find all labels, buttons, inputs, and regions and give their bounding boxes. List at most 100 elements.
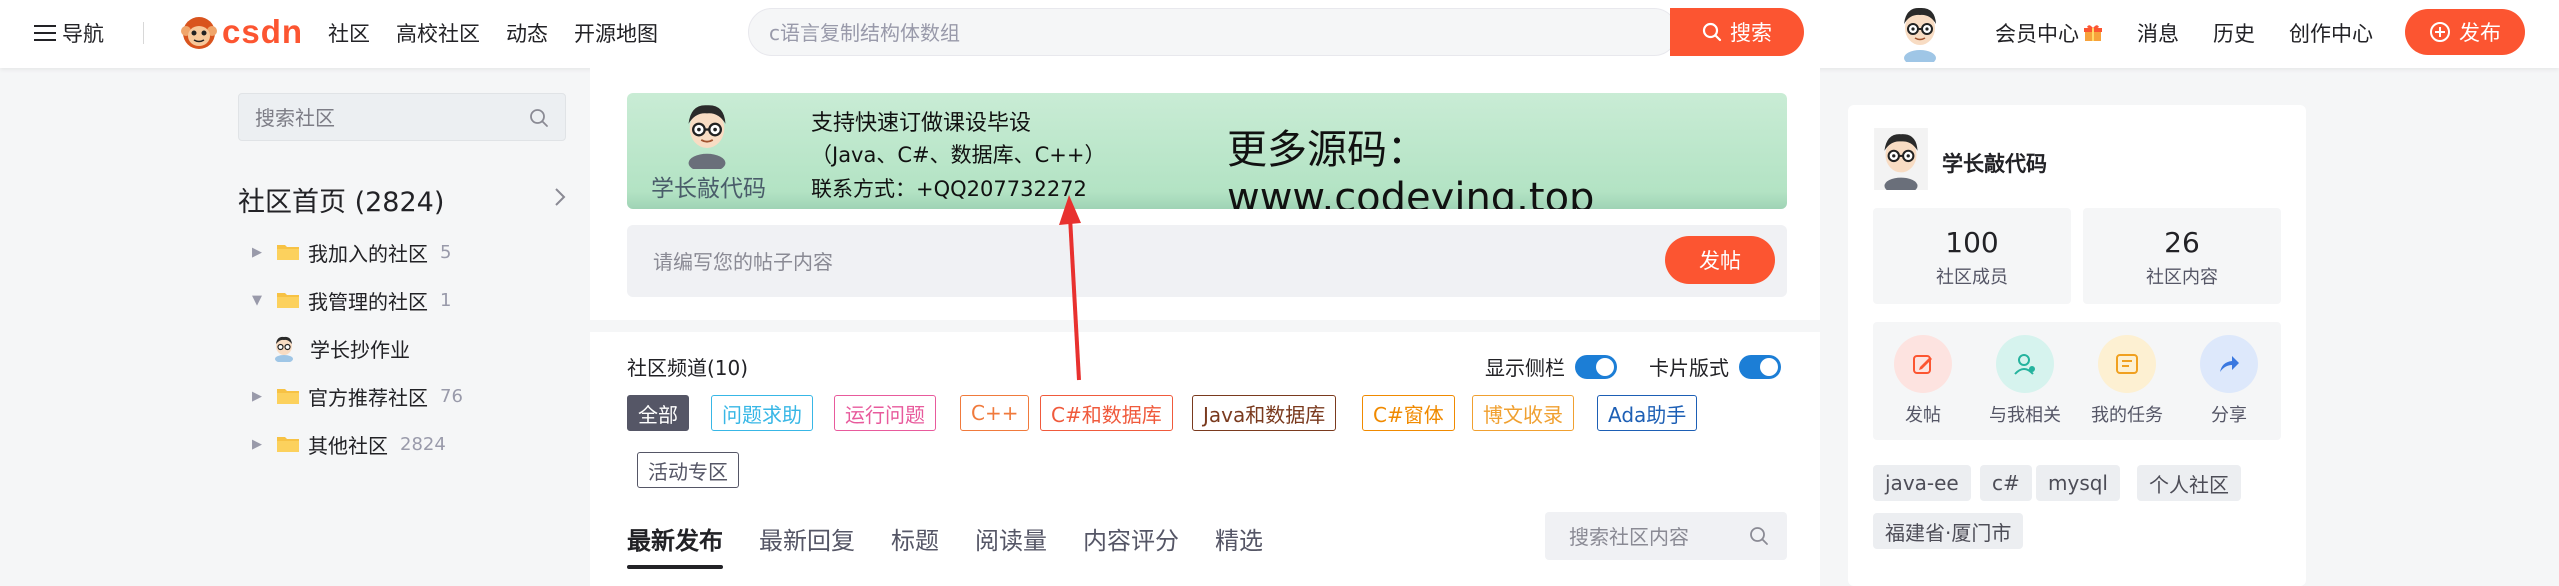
caret-right-icon[interactable]: ▶ <box>248 389 266 404</box>
action-label: 发帖 <box>1905 405 1941 426</box>
caret-right-icon[interactable]: ▶ <box>248 245 266 260</box>
tab-latest-reply[interactable]: 最新回复 <box>759 521 855 556</box>
community-tag[interactable]: 福建省·厦门市 <box>1873 513 2024 549</box>
tree-item-other[interactable]: ▶ 其他社区 2824 <box>248 429 446 459</box>
tab-views[interactable]: 阅读量 <box>975 521 1047 556</box>
channel-tag-activity[interactable]: 活动专区 <box>637 452 739 488</box>
tree-item-label: 学长抄作业 <box>310 337 410 362</box>
community-tag[interactable]: mysql <box>2036 465 2120 501</box>
tree-item-count: 76 <box>440 385 463 407</box>
action-tasks[interactable]: 我的任务 <box>2077 335 2177 427</box>
channel-tag-blog[interactable]: 博文收录 <box>1472 395 1574 431</box>
logo-text: csdn <box>222 13 304 50</box>
action-label: 我的任务 <box>2091 405 2163 426</box>
community-tag[interactable]: c# <box>1980 465 2032 501</box>
search-icon <box>1702 22 1722 42</box>
nav-label: 导航 <box>62 22 104 46</box>
chevron-right-icon[interactable] <box>553 186 567 208</box>
channel-tag-runtime[interactable]: 运行问题 <box>834 395 936 431</box>
stat-contents[interactable]: 26 社区内容 <box>2083 208 2281 304</box>
channel-tag-all[interactable]: 全部 <box>627 395 689 431</box>
toggle-show-sidebar: 显示侧栏 <box>1485 352 1617 381</box>
folder-icon <box>277 245 299 260</box>
messages-link[interactable]: 消息 <box>2137 18 2179 48</box>
channel-tag-cpp[interactable]: C++ <box>960 395 1030 431</box>
channel-tag-csharp-form[interactable]: C#窗体 <box>1362 395 1455 431</box>
publish-button-label: 发布 <box>2459 21 2501 45</box>
community-tag[interactable]: 个人社区 <box>2137 465 2241 501</box>
search-icon[interactable] <box>1749 526 1769 546</box>
search-icon[interactable] <box>529 108 549 128</box>
content-tabs: 最新发布 最新回复 标题 阅读量 内容评分 精选 <box>627 521 1299 569</box>
task-list-icon <box>2098 335 2156 393</box>
toggle-card-layout: 卡片版式 <box>1649 352 1781 381</box>
caret-right-icon[interactable]: ▶ <box>248 437 266 452</box>
tab-title[interactable]: 标题 <box>891 521 939 556</box>
post-content-input[interactable] <box>651 237 1555 287</box>
community-home-link[interactable]: 社区首页 (2824) <box>238 180 444 219</box>
community-tag[interactable]: java-ee <box>1873 465 1971 501</box>
post-submit-button[interactable]: 发帖 <box>1665 236 1775 284</box>
tab-score[interactable]: 内容评分 <box>1083 521 1179 556</box>
channel-tag-ada[interactable]: Ada助手 <box>1597 395 1698 431</box>
post-composer <box>627 225 1787 297</box>
banner-line-3: 联系方式：+QQ207732272 <box>811 177 1087 201</box>
tree-item-count: 2824 <box>400 433 446 455</box>
tree-item-label: 我管理的社区 <box>308 289 428 314</box>
top-nav-links: 社区 高校社区 动态 开源地图 <box>328 18 684 48</box>
toggle-card-layout-label: 卡片版式 <box>1649 356 1729 380</box>
creator-center-link[interactable]: 创作中心 <box>2289 18 2373 48</box>
community-search-input[interactable] <box>253 94 517 142</box>
tree-item-community-child[interactable]: 学长抄作业 <box>272 333 410 363</box>
community-owner-avatar[interactable] <box>1873 128 1929 190</box>
top-navbar: 导航 csdn 社区 高校社区 动态 开源地图 搜索 <box>0 0 2559 68</box>
action-related[interactable]: 与我相关 <box>1975 335 2075 427</box>
action-label: 分享 <box>2211 405 2247 426</box>
community-banner[interactable]: 学长敲代码 支持快速订做课设毕设 （Java、C#、数据库、C++） 联系方式：… <box>627 93 1787 209</box>
channel-tag-java-db[interactable]: Java和数据库 <box>1192 395 1337 431</box>
action-post[interactable]: 发帖 <box>1873 335 1973 427</box>
nav-menu-button[interactable]: 导航 <box>34 18 104 48</box>
show-sidebar-switch[interactable] <box>1575 354 1617 379</box>
search-button[interactable]: 搜索 <box>1670 8 1804 56</box>
global-search-input[interactable] <box>767 9 1411 57</box>
channel-tag-csharp-db[interactable]: C#和数据库 <box>1040 395 1173 431</box>
tree-item-label: 我加入的社区 <box>308 241 428 266</box>
publish-button[interactable]: 发布 <box>2405 9 2525 55</box>
channel-tag-help[interactable]: 问题求助 <box>711 395 813 431</box>
topnav-university-community[interactable]: 高校社区 <box>396 18 480 48</box>
user-avatar[interactable] <box>1894 2 1946 66</box>
tree-item-official[interactable]: ▶ 官方推荐社区 76 <box>248 381 463 411</box>
card-layout-switch[interactable] <box>1739 354 1781 379</box>
tree-item-joined[interactable]: ▶ 我加入的社区 5 <box>248 237 451 267</box>
topnav-feed[interactable]: 动态 <box>506 18 548 48</box>
channel-title: 社区频道(10) <box>627 356 749 380</box>
tab-latest[interactable]: 最新发布 <box>627 521 723 569</box>
stat-members[interactable]: 100 社区成员 <box>1873 208 2071 304</box>
topnav-opensource-map[interactable]: 开源地图 <box>574 18 658 48</box>
tree-item-managed[interactable]: ▼ 我管理的社区 1 <box>248 285 451 315</box>
content-search-input[interactable] <box>1567 512 1751 562</box>
action-share[interactable]: 分享 <box>2179 335 2279 427</box>
history-link[interactable]: 历史 <box>2213 18 2255 48</box>
tree-item-label: 其他社区 <box>308 433 388 458</box>
divider <box>143 22 144 44</box>
section-divider <box>590 320 1820 332</box>
member-center-label: 会员中心 <box>1995 22 2079 46</box>
community-search-box <box>238 93 566 142</box>
tab-featured[interactable]: 精选 <box>1215 521 1263 556</box>
banner-avatar-icon <box>688 105 726 169</box>
tree-item-count: 5 <box>440 241 452 263</box>
topnav-community[interactable]: 社区 <box>328 18 370 48</box>
banner-headline: 更多源码：www.codeying.top <box>1227 127 1595 209</box>
tree-item-count: 1 <box>440 289 452 311</box>
banner-line-1: 支持快速订做课设毕设 <box>811 111 1032 136</box>
community-owner-name[interactable]: 学长敲代码 <box>1942 148 2047 178</box>
csdn-logo[interactable]: csdn <box>180 12 303 52</box>
caret-down-icon[interactable]: ▼ <box>248 293 266 308</box>
folder-icon <box>277 389 299 404</box>
edit-icon <box>1894 335 1952 393</box>
global-search-box <box>748 8 1678 57</box>
content-search-box <box>1545 512 1787 562</box>
member-center-link[interactable]: 会员中心 <box>1995 18 2103 48</box>
